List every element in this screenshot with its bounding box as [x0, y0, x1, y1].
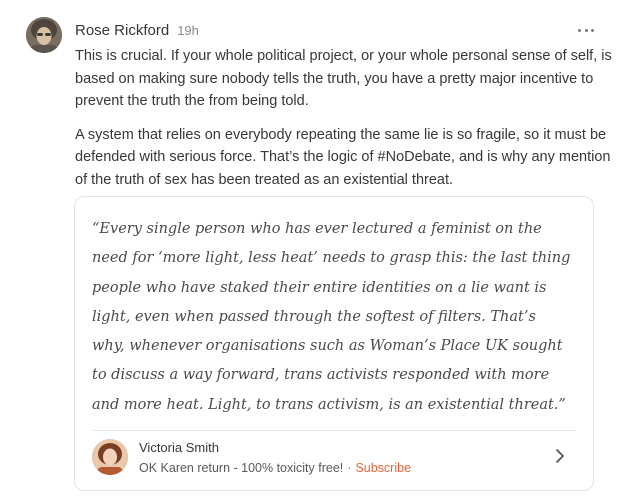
post-body: This is crucial. If your whole political… — [75, 45, 615, 202]
source-meta: OK Karen return - 100% toxicity free! · Su… — [139, 461, 411, 475]
source-attribution[interactable]: Victoria Smith OK Karen return - 100% to… — [92, 439, 579, 483]
source-avatar-image — [92, 439, 128, 475]
more-horizontal-icon-dot — [591, 28, 594, 32]
chevron-right-icon[interactable] — [553, 446, 567, 466]
note-post: Rose Rickford 19h This is crucial. If yo… — [0, 0, 633, 499]
author-avatar[interactable] — [26, 17, 62, 53]
post-paragraph: This is crucial. If your whole political… — [75, 48, 612, 109]
quote-text: “Every single person who has ever lectur… — [92, 221, 571, 413]
post-header: Rose Rickford 19h — [75, 22, 199, 42]
divider — [92, 430, 576, 431]
source-avatar — [92, 439, 128, 475]
more-options-button[interactable] — [578, 24, 594, 36]
post-paragraph: A system that relies on everybody repeat… — [75, 126, 611, 188]
author-avatar-image — [26, 17, 62, 53]
post-timestamp[interactable]: 19h — [177, 23, 199, 38]
more-horizontal-icon — [578, 28, 581, 32]
publication-name[interactable]: OK Karen return - 100% toxicity free! — [139, 461, 343, 475]
quote-card[interactable]: “Every single person who has ever lectur… — [74, 196, 594, 491]
source-author-name[interactable]: Victoria Smith — [139, 440, 219, 455]
author-name[interactable]: Rose Rickford — [75, 22, 169, 39]
more-horizontal-icon-dot — [584, 28, 588, 32]
subscribe-link[interactable]: Subscribe — [355, 461, 411, 475]
separator-dot: · — [347, 461, 352, 475]
